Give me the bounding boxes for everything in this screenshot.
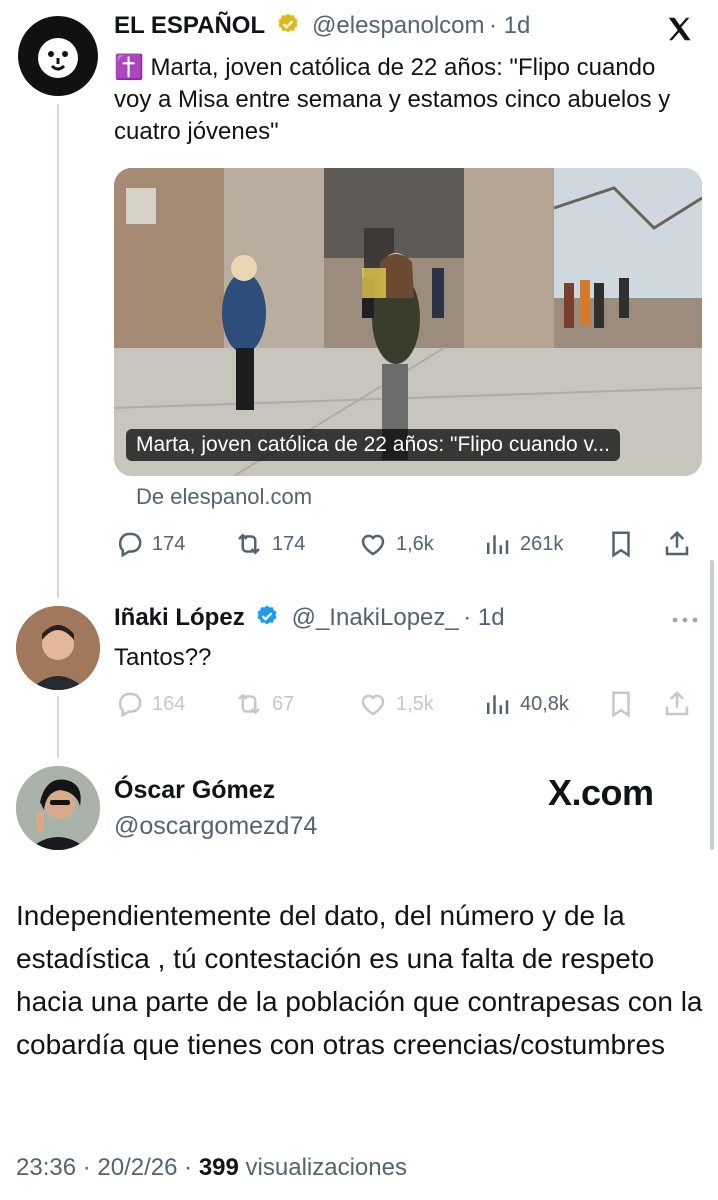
repost-button[interactable]: 174 [234,529,358,559]
repost-icon [238,693,260,715]
tweet-actions: 174 174 1,6k 261k [114,524,704,564]
like-count: 1,5k [396,692,434,715]
avatar-el-espanol[interactable] [16,14,100,98]
author-handle[interactable]: @oscargomezd74 [114,812,317,841]
author-handle[interactable]: @_InakiLopez_ [292,604,459,631]
avatar-oscar-gomez[interactable] [16,766,100,850]
tweet-text: Tantos?? [114,644,212,671]
repost-count: 67 [272,692,295,715]
tweet-header: EL ESPAÑOL @elespanolcom · 1d [114,12,531,39]
views-button[interactable]: 261k [482,529,606,559]
tweet-text: ✝️ Marta, joven católica de 22 años: "Fl… [114,54,671,145]
author-name[interactable]: Iñaki López [114,604,245,631]
author-handle[interactable]: @elespanolcom [312,12,484,39]
card-source[interactable]: De elespanol.com [136,484,312,510]
tweet-header: Iñaki López @_InakiLopez_ · 1d [114,604,505,631]
bookmark-button[interactable] [606,529,662,559]
card-caption-text: Marta, joven católica de 22 años: "Flipo… [136,433,610,456]
bookmark-icon [612,531,630,558]
views-count: 399 [198,1154,239,1181]
card-caption: Marta, joven católica de 22 años: "Flipo… [126,429,620,461]
like-count: 1,6k [396,532,434,555]
author-name[interactable]: EL ESPAÑOL [114,12,265,39]
reply-icon [118,532,142,558]
tweet-actions: 164 67 1,5k 40,8k [114,684,704,724]
author-name[interactable]: Óscar Gómez [114,776,275,805]
share-icon [665,690,689,716]
x-logo-icon[interactable] [664,14,698,46]
thread-line [57,696,59,758]
views-button[interactable]: 40,8k [482,689,606,719]
lion-logo-icon [18,16,98,96]
avatar-photo [16,766,100,850]
verified-badge-icon [277,13,298,33]
share-icon [665,530,689,556]
thread-line [57,104,59,598]
reply-count: 164 [152,692,186,715]
watermark: X.com [548,772,654,814]
views-label: visualizaciones [245,1154,407,1181]
repost-button[interactable]: 67 [234,689,358,719]
views-count: 261k [520,532,564,555]
like-button[interactable]: 1,6k [358,529,482,559]
tweet-date[interactable]: 20/2/26 [97,1154,177,1181]
like-button[interactable]: 1,5k [358,689,482,719]
views-icon [487,695,509,714]
link-card[interactable]: Marta, joven católica de 22 años: "Flipo… [114,168,702,476]
reply-button[interactable]: 164 [114,689,234,719]
avatar-photo [16,606,100,690]
repost-count: 174 [272,532,306,555]
reply-icon [118,692,142,718]
verified-badge-icon [257,605,277,625]
scrollbar[interactable] [710,560,714,850]
reply-count: 174 [152,532,186,555]
like-icon [361,694,385,716]
like-icon [361,534,385,556]
tweet-age[interactable]: 1d [504,12,531,39]
bookmark-icon [612,691,630,718]
share-button[interactable] [662,689,702,719]
watermark-text: X.com [548,772,654,813]
avatar-inaki-lopez[interactable] [16,606,100,690]
tweet-text: Independientemente del dato, del número … [16,900,703,1060]
reply-button[interactable]: 174 [114,529,234,559]
share-button[interactable] [662,529,702,559]
repost-icon [238,533,260,555]
more-icon[interactable] [670,612,700,628]
tweet-meta: 23:36 · 20/2/26 · 399 visualizaciones [16,1154,407,1181]
bookmark-button[interactable] [606,689,662,719]
tweet-time[interactable]: 23:36 [16,1154,76,1181]
views-icon [487,535,509,554]
views-count: 40,8k [520,692,569,715]
tweet-age[interactable]: 1d [478,604,505,631]
